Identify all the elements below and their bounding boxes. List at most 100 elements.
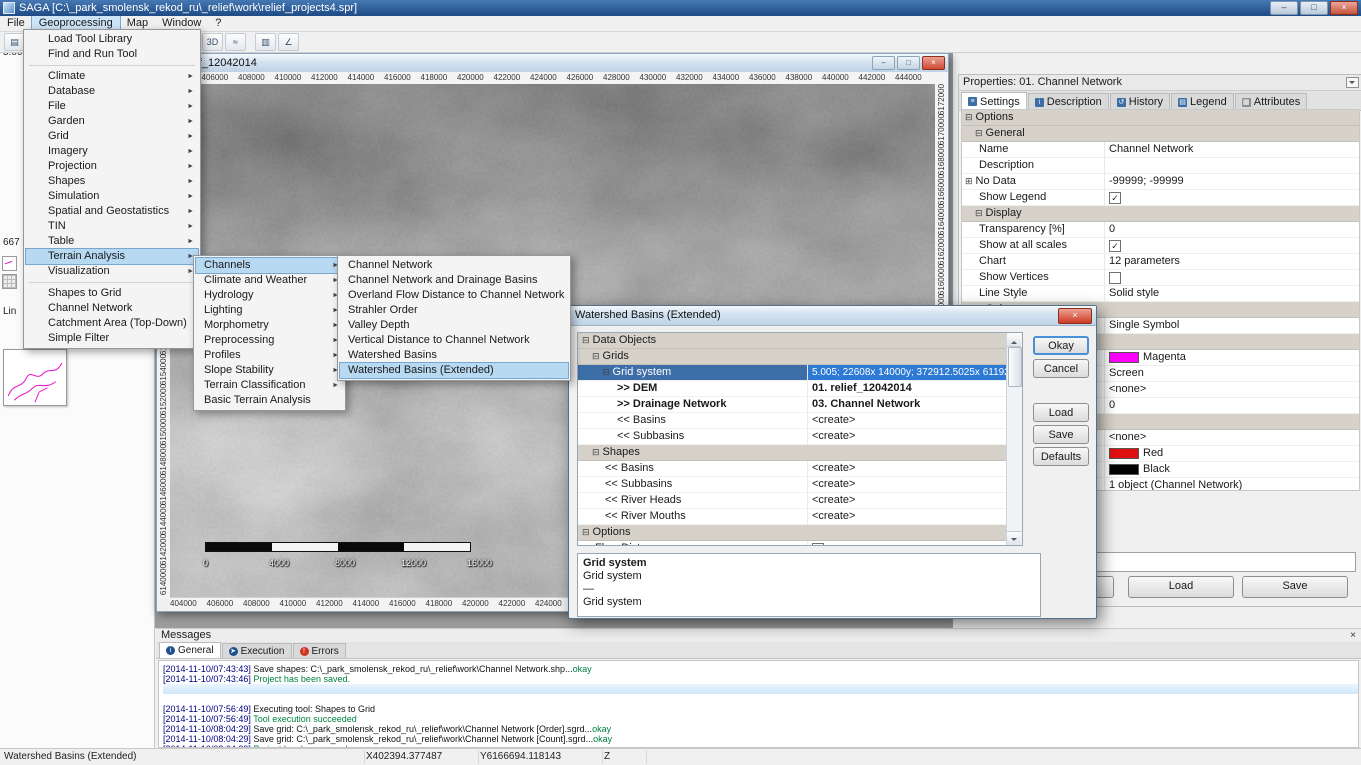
parameter-row[interactable]: << River Mouths <create> xyxy=(578,509,1022,525)
dialog-button[interactable]: Defaults xyxy=(1033,447,1089,466)
log-output[interactable]: [2014-11-10/07:43:43] Save shapes: C:\_p… xyxy=(158,660,1359,748)
property-row[interactable]: Transparency [%] 0 xyxy=(962,222,1359,238)
menu-item[interactable]: Load Tool Library xyxy=(26,32,198,47)
dialog-titlebar[interactable]: Watershed Basins (Extended) × xyxy=(569,306,1096,326)
property-value[interactable]: 0 xyxy=(1105,398,1359,413)
parameter-value[interactable]: 01. relief_12042014 xyxy=(808,381,1022,396)
toolbar-icon[interactable]: ▥ xyxy=(255,33,276,51)
property-value[interactable]: <none> xyxy=(1105,430,1359,445)
messages-tab[interactable]: ! Errors xyxy=(293,643,346,658)
property-value[interactable]: Single Symbol xyxy=(1105,318,1359,333)
toolbar-icon[interactable]: 3D xyxy=(202,33,223,51)
parameter-value[interactable]: 5.005; 22608x 14000y; 372912.5025x 61192… xyxy=(808,365,1022,380)
messages-tab[interactable]: i General xyxy=(159,642,221,658)
menu-item[interactable] xyxy=(26,279,198,286)
property-value[interactable]: 0 xyxy=(1105,222,1359,237)
panel-options-icon[interactable] xyxy=(1346,77,1359,88)
scroll-thumb[interactable] xyxy=(1008,347,1022,387)
menu-item[interactable] xyxy=(26,62,198,69)
property-row[interactable]: Show Legend ✓ xyxy=(962,190,1359,206)
tree-item-lines[interactable]: Lin xyxy=(3,306,16,317)
menu-item[interactable]: Preprocessing ► xyxy=(196,333,343,348)
dialog-button[interactable]: Load xyxy=(1033,403,1089,422)
parameter-value[interactable]: <create> xyxy=(808,413,1022,428)
menu-item[interactable]: Climate and Weather ► xyxy=(196,273,343,288)
parameter-value[interactable]: <create> xyxy=(808,509,1022,524)
menu-item[interactable]: Terrain Analysis ► xyxy=(26,249,198,264)
checkbox[interactable]: ✓ xyxy=(1109,192,1121,204)
toolbar-icon[interactable] xyxy=(248,34,253,50)
menu-item[interactable]: Simple Filter xyxy=(26,331,198,346)
menu-item[interactable]: Basic Terrain Analysis xyxy=(196,393,343,408)
grid-layer-icon[interactable] xyxy=(2,274,17,289)
property-value[interactable]: 12 parameters xyxy=(1105,254,1359,269)
menu-item[interactable]: Morphometry ► xyxy=(196,318,343,333)
menu-item[interactable]: Channels ► xyxy=(196,258,343,273)
menu-item[interactable]: Database ► xyxy=(26,84,198,99)
property-value[interactable]: ✓ xyxy=(1105,190,1359,205)
dialog-button[interactable]: Save xyxy=(1033,425,1089,444)
parameter-row[interactable]: ⊟Options xyxy=(578,525,1022,541)
title-bar[interactable]: SAGA [C:\_park_smolensk_rekod_ru\_relief… xyxy=(0,0,1361,16)
menu-item[interactable]: Shapes ► xyxy=(26,174,198,189)
menu-item[interactable]: Find and Run Tool xyxy=(26,47,198,62)
toolbar-icon[interactable]: ≈ xyxy=(225,33,246,51)
parameter-value[interactable]: <create> xyxy=(808,461,1022,476)
menu-item[interactable]: Hydrology ► xyxy=(196,288,343,303)
property-value[interactable]: Screen xyxy=(1105,366,1359,381)
menu-item[interactable]: Simulation ► xyxy=(26,189,198,204)
parameter-value[interactable] xyxy=(808,541,1022,546)
parameter-row[interactable]: << Basins <create> xyxy=(578,413,1022,429)
property-row[interactable]: Show Vertices xyxy=(962,270,1359,286)
parameter-row[interactable]: ⊟Grid system 5.005; 22608x 14000y; 37291… xyxy=(578,365,1022,381)
map-maximize-button[interactable]: □ xyxy=(897,56,920,70)
property-value[interactable]: ✓ xyxy=(1105,238,1359,253)
menu-item[interactable]: Channel Network xyxy=(340,258,568,273)
property-row[interactable]: ⊟Options xyxy=(962,110,1359,126)
property-value[interactable] xyxy=(1105,158,1359,173)
messages-tab[interactable]: ➤ Execution xyxy=(222,643,292,658)
parameter-row[interactable]: ⊟Data Objects xyxy=(578,333,1022,349)
parameter-value[interactable]: <create> xyxy=(808,477,1022,492)
scroll-up-icon[interactable] xyxy=(1007,333,1021,347)
checkbox[interactable] xyxy=(1109,272,1121,284)
menu-item[interactable]: Projection ► xyxy=(26,159,198,174)
property-value[interactable]: Black xyxy=(1105,462,1359,477)
property-value[interactable]: Red xyxy=(1105,446,1359,461)
property-row[interactable]: ⊟Display xyxy=(962,206,1359,222)
properties-tab[interactable]: i Description xyxy=(1028,93,1109,110)
menu-item[interactable]: Spatial and Geostatistics ► xyxy=(26,204,198,219)
dialog-button[interactable]: Okay xyxy=(1033,336,1089,355)
menu-item[interactable]: Garden ► xyxy=(26,114,198,129)
parameter-row[interactable]: << Subbasins <create> xyxy=(578,477,1022,493)
scroll-down-icon[interactable] xyxy=(1007,531,1021,545)
menu-item[interactable]: Terrain Classification ► xyxy=(196,378,343,393)
parameter-row[interactable]: >> DEM 01. relief_12042014 xyxy=(578,381,1022,397)
property-value[interactable]: 1 object (Channel Network) xyxy=(1105,478,1359,491)
menu-item[interactable]: Valley Depth xyxy=(340,318,568,333)
property-row[interactable]: Line Style Solid style xyxy=(962,286,1359,302)
checkbox[interactable] xyxy=(812,543,824,547)
menu-item[interactable]: Watershed Basins xyxy=(340,348,568,363)
properties-tab[interactable]: ≡ Settings xyxy=(961,92,1027,110)
menu-bar-item[interactable]: ? xyxy=(208,16,228,31)
menu-item[interactable]: Channel Network and Drainage Basins xyxy=(340,273,568,288)
menu-item[interactable]: Catchment Area (Top-Down) xyxy=(26,316,198,331)
property-row[interactable]: Description xyxy=(962,158,1359,174)
dialog-scrollbar[interactable] xyxy=(1006,333,1022,545)
properties-tab[interactable]: ↺ History xyxy=(1110,93,1170,110)
parameter-value[interactable]: <create> xyxy=(808,493,1022,508)
load-button[interactable]: Load xyxy=(1128,576,1234,598)
menu-item[interactable]: Table ► xyxy=(26,234,198,249)
parameter-row[interactable]: << River Heads <create> xyxy=(578,493,1022,509)
menu-item[interactable]: Climate ► xyxy=(26,69,198,84)
menu-item[interactable]: Visualization ► xyxy=(26,264,198,279)
properties-tab[interactable]: ▤ Legend xyxy=(1171,93,1234,110)
parameter-row[interactable]: ⊟Shapes xyxy=(578,445,1022,461)
dialog-button[interactable]: Cancel xyxy=(1033,359,1089,378)
menu-item[interactable]: Slope Stability ► xyxy=(196,363,343,378)
save-button[interactable]: Save xyxy=(1242,576,1348,598)
checkbox[interactable]: ✓ xyxy=(1109,240,1121,252)
close-button[interactable]: × xyxy=(1330,1,1358,15)
menu-item[interactable]: Profiles ► xyxy=(196,348,343,363)
